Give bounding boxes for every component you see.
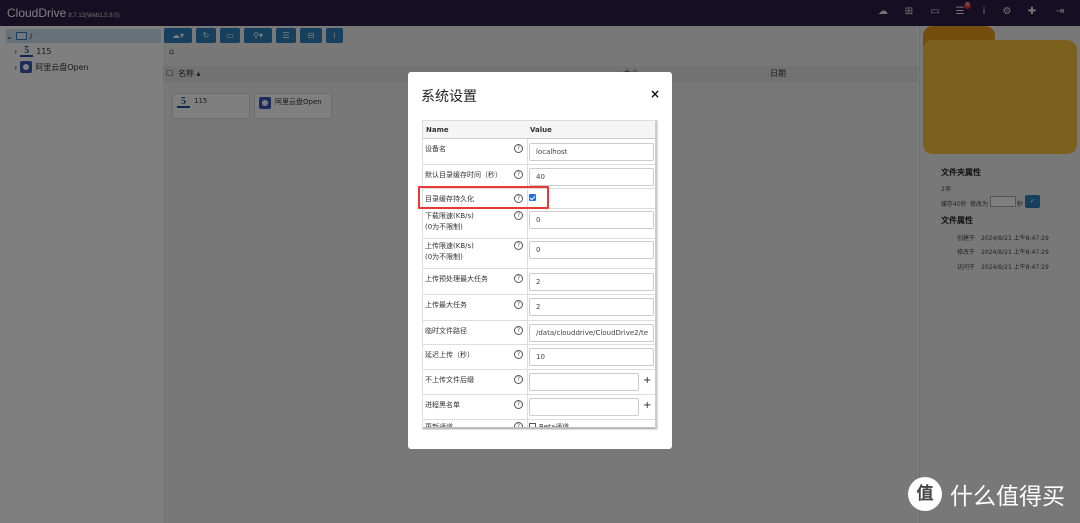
setting-input[interactable]	[529, 373, 639, 391]
setting-label: 进程黑名单	[425, 401, 460, 409]
watermark-logo: 值	[908, 477, 942, 511]
highlight-box	[418, 186, 549, 209]
setting-input[interactable]: 0	[529, 241, 654, 259]
close-icon[interactable]: ×	[650, 87, 660, 101]
setting-row: 上传最大任务? 2	[423, 295, 655, 321]
setting-label: 临时文件路径	[425, 327, 467, 335]
help-icon[interactable]: ?	[514, 300, 523, 309]
help-icon[interactable]: ?	[514, 400, 523, 409]
setting-label: 延迟上传（秒）	[425, 351, 474, 359]
vertical-scrollbar[interactable]	[655, 121, 657, 429]
help-icon[interactable]: ?	[514, 170, 523, 179]
watermark: 值 什么值得买	[908, 477, 1065, 511]
setting-input[interactable]: localhost	[529, 143, 654, 161]
setting-row: 进程黑名单? +	[423, 395, 655, 420]
column-value-header: Value	[530, 126, 552, 134]
help-icon[interactable]: ?	[514, 241, 523, 250]
setting-row: 设备名? localhost	[423, 139, 655, 165]
setting-input[interactable]: 10	[529, 348, 654, 366]
setting-row: 下载限速(KB/s) (0为不限制)? 0	[423, 209, 655, 239]
dialog-title: 系统设置	[421, 89, 477, 105]
grid-header: Name Value	[423, 121, 655, 139]
help-icon[interactable]: ?	[514, 274, 523, 283]
setting-label: 上传限速(KB/s) (0为不限制)	[425, 242, 474, 261]
setting-label: 上传预处理最大任务	[425, 275, 488, 283]
setting-label: 不上传文件后缀	[425, 376, 474, 384]
horizontal-scrollbar[interactable]	[423, 427, 655, 429]
watermark-text: 什么值得买	[950, 484, 1065, 510]
setting-label: 设备名	[425, 145, 446, 153]
help-icon[interactable]: ?	[514, 350, 523, 359]
help-icon[interactable]: ?	[514, 375, 523, 384]
help-icon[interactable]: ?	[514, 211, 523, 220]
setting-input[interactable]: 2	[529, 298, 654, 316]
settings-dialog: 系统设置 × Name Value 设备名? localhost 默认目录缓存时间（…	[408, 72, 672, 449]
add-button[interactable]: +	[643, 375, 651, 386]
setting-label: 默认目录缓存时间（秒）	[425, 171, 502, 179]
setting-input[interactable]: 40	[529, 168, 654, 186]
setting-label: 上传最大任务	[425, 301, 467, 309]
setting-row: 上传预处理最大任务? 2	[423, 269, 655, 295]
setting-input[interactable]: 2	[529, 273, 654, 291]
setting-row: 临时文件路径? /data/clouddrive/CloudDrive2/te	[423, 321, 655, 345]
setting-input[interactable]: 0	[529, 211, 654, 229]
column-name-header: Name	[426, 126, 449, 134]
setting-row: 不上传文件后缀? +	[423, 370, 655, 395]
setting-input[interactable]: /data/clouddrive/CloudDrive2/te	[529, 324, 654, 342]
setting-input[interactable]	[529, 398, 639, 416]
settings-grid: Name Value 设备名? localhost 默认目录缓存时间（秒）? 40 目录…	[422, 120, 658, 430]
setting-row: 延迟上传（秒）? 10	[423, 345, 655, 370]
help-icon[interactable]: ?	[514, 144, 523, 153]
help-icon[interactable]: ?	[514, 326, 523, 335]
add-button[interactable]: +	[643, 400, 651, 411]
setting-row: 上传限速(KB/s) (0为不限制)? 0	[423, 239, 655, 269]
setting-label: 下载限速(KB/s) (0为不限制)	[425, 212, 474, 231]
